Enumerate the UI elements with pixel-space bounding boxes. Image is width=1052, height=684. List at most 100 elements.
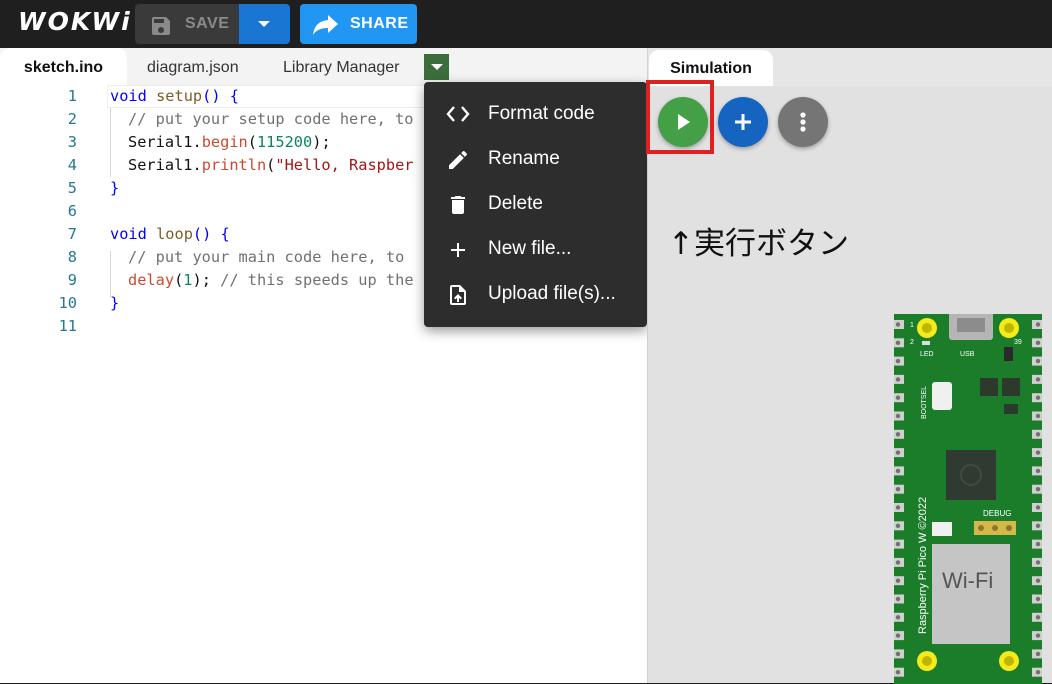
pin-hole	[1035, 633, 1041, 638]
code-token: );	[312, 133, 331, 151]
pin-hole	[895, 523, 901, 528]
code-token: () {	[202, 87, 239, 105]
pin-hole	[895, 633, 901, 638]
bootsel-button[interactable]	[932, 382, 952, 410]
pin-label-1: 1	[910, 322, 914, 329]
pin-hole	[1035, 432, 1041, 437]
pin-hole	[895, 487, 901, 492]
pin-hole	[1035, 523, 1041, 528]
share-arrow-icon	[313, 15, 338, 35]
file-context-menu: Format code Rename Delete New file... Up…	[424, 82, 647, 327]
line-number: 10	[58, 294, 77, 312]
top-bar: WOKWi SAVE SHARE	[0, 0, 1052, 48]
pin-hole	[1035, 413, 1041, 419]
mount-hole-inner	[1004, 323, 1014, 333]
line-number: 4	[67, 156, 77, 174]
debug-pin	[978, 525, 984, 531]
menu-item-format-code[interactable]: Format code	[424, 91, 647, 136]
add-part-button[interactable]	[718, 97, 768, 147]
more-options-button[interactable]	[778, 97, 828, 147]
line-number: 8	[67, 248, 77, 266]
pin-label-39: 39	[1014, 339, 1022, 346]
pin-hole	[895, 395, 901, 400]
plus-icon	[451, 243, 465, 257]
pin-hole	[895, 505, 901, 510]
pin-hole	[1035, 377, 1041, 382]
component	[932, 522, 952, 536]
menu-item-label: Upload file(s)...	[488, 283, 616, 304]
rp2040-chip	[946, 450, 996, 500]
code-brackets-icon	[446, 106, 470, 122]
save-label: SAVE	[185, 15, 230, 32]
tab-diagram-json[interactable]: diagram.json	[147, 48, 239, 85]
wokwi-logo[interactable]: WOKWi	[18, 7, 132, 36]
pin-hole	[1035, 578, 1041, 583]
line-number: 6	[67, 202, 77, 220]
pin-hole	[895, 541, 901, 547]
pin-hole	[1035, 450, 1041, 455]
pin-hole	[1035, 322, 1041, 327]
wifi-module	[932, 544, 1010, 644]
pin-hole	[895, 450, 901, 455]
pin-hole	[895, 578, 901, 583]
pin-hole	[1035, 670, 1041, 675]
mount-hole-inner	[922, 323, 932, 333]
bootsel-label: BOOTSEL	[921, 386, 928, 419]
run-button-highlight	[646, 80, 714, 154]
pin-hole	[1035, 560, 1041, 565]
simulation-panel: Simulation ↑実行ボタン 1 2 39 LED USB BOOTSEL…	[646, 48, 1052, 684]
chip	[1002, 378, 1020, 396]
code-comment: // this speeds up the	[220, 271, 414, 289]
plus-icon	[735, 114, 751, 130]
pin-hole	[1035, 615, 1041, 620]
code-token: () {	[192, 225, 230, 243]
indent-guide	[110, 108, 111, 177]
run-button-annotation: ↑実行ボタン	[668, 226, 849, 262]
usb-port	[957, 318, 985, 332]
upload-file-icon	[450, 285, 466, 305]
pin-hole	[895, 377, 901, 382]
pin-hole	[895, 340, 901, 345]
share-button[interactable]: SHARE	[300, 4, 417, 44]
code-token: }	[110, 179, 120, 197]
save-dropdown-button[interactable]	[239, 4, 290, 44]
wifi-label: Wi-Fi	[942, 568, 993, 593]
line-number: 3	[67, 133, 77, 151]
pin-hole	[895, 596, 901, 602]
code-token: loop	[156, 225, 193, 243]
code-token: println	[201, 156, 267, 174]
menu-item-delete[interactable]: Delete	[424, 181, 647, 226]
indent-guide	[110, 251, 111, 297]
file-menu-dropdown-button[interactable]	[424, 54, 449, 80]
code-token: begin	[201, 133, 248, 151]
chip	[980, 378, 998, 396]
code-comment: // put your setup code here, to	[128, 110, 414, 128]
menu-item-label: Rename	[488, 148, 560, 169]
code-token: (	[247, 133, 257, 151]
mount-hole-inner	[1004, 656, 1014, 666]
line-number: 7	[67, 225, 77, 243]
file-tabs: sketch.ino diagram.json Library Manager	[0, 48, 647, 85]
line-number: 5	[67, 179, 77, 197]
code-token: (	[266, 156, 276, 174]
pin-hole	[895, 651, 901, 657]
trash-icon	[451, 196, 465, 214]
floppy-disk-icon	[152, 17, 170, 35]
pin-hole	[895, 615, 901, 620]
tab-sketch-ino[interactable]: sketch.ino	[0, 48, 127, 85]
debug-pin	[992, 525, 998, 531]
menu-item-new-file[interactable]: New file...	[424, 226, 647, 271]
pin-hole	[1035, 340, 1041, 345]
code-token: 115200	[256, 133, 313, 151]
raspberry-pi-pico-w-board[interactable]: 1 2 39 LED USB BOOTSEL DEBUG Wi-Fi Raspb…	[894, 314, 1042, 684]
code-token: }	[110, 294, 120, 312]
menu-item-upload-files[interactable]: Upload file(s)...	[424, 271, 647, 316]
code-token: void	[110, 225, 147, 243]
pin-hole	[895, 432, 901, 437]
menu-item-rename[interactable]: Rename	[424, 136, 647, 181]
menu-item-label: Format code	[488, 103, 595, 124]
save-button[interactable]: SAVE	[135, 4, 239, 44]
pencil-icon	[449, 150, 468, 169]
tab-library-manager[interactable]: Library Manager	[283, 48, 400, 85]
line-number: 1	[67, 87, 77, 105]
